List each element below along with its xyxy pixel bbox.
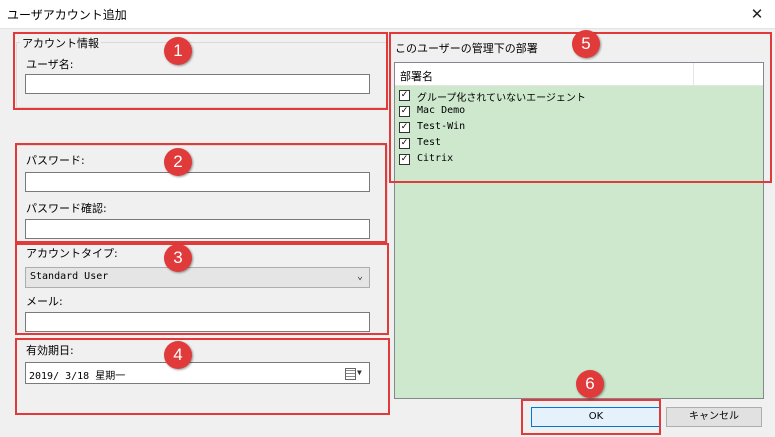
annotation-badge-4: 4 [164,341,192,369]
annotation-box-1 [13,32,388,110]
annotation-box-3 [15,243,389,335]
annotation-box-4 [15,338,390,415]
close-button[interactable]: ✕ [742,2,772,26]
annotation-badge-2: 2 [164,148,192,176]
annotation-badge-3: 3 [164,244,192,272]
cancel-button[interactable]: キャンセル [666,407,762,427]
annotation-badge-6: 6 [576,370,604,398]
annotation-badge-5: 5 [572,30,600,58]
annotation-box-2 [15,143,387,243]
annotation-badge-1: 1 [164,37,192,65]
window-title: ユーザアカウント追加 [7,8,127,22]
annotation-box-6 [521,399,661,435]
